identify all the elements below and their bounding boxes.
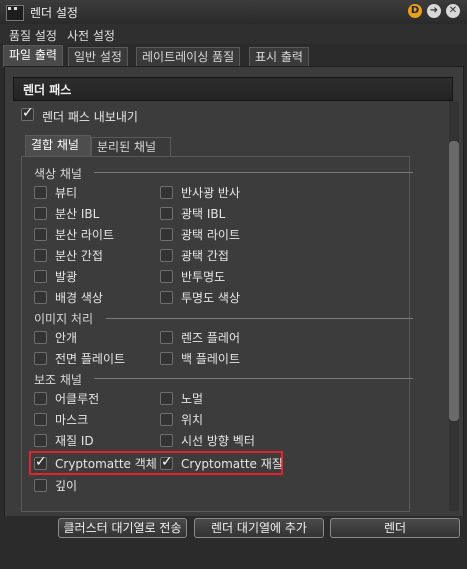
label-background-color: 배경 색상	[55, 291, 103, 305]
tab-separated-channels[interactable]: 분리된 채널	[91, 137, 171, 157]
scrollbar-thumb[interactable]	[449, 141, 459, 421]
label-normal: 노멀	[181, 392, 204, 406]
group-divider	[94, 378, 413, 379]
checkbox-material-id[interactable]	[34, 434, 47, 447]
label-transparency-color: 투명도 색상	[181, 291, 241, 305]
checkbox-diffuse-ibl[interactable]	[34, 207, 47, 220]
checkbox-specular-reflection[interactable]	[160, 186, 173, 199]
render-pass-export-checkbox[interactable]	[21, 105, 34, 121]
checkbox-lens-flare[interactable]	[160, 331, 173, 344]
checkbox-cryptomatte-material[interactable]	[160, 454, 173, 470]
tab-file-output[interactable]: 파일 출력	[3, 45, 63, 67]
checkbox-view-vector[interactable]	[160, 434, 173, 447]
clapperboard-icon	[6, 5, 24, 21]
tab-combined-channels[interactable]: 결합 채널	[25, 135, 91, 157]
label-cryptomatte-material: Cryptomatte 재질	[181, 457, 283, 471]
render-label: 렌더	[383, 521, 407, 535]
label-depth: 깊이	[55, 479, 78, 493]
render-pass-export-label: 렌더 패스 내보내기	[42, 110, 138, 124]
label-emission: 발광	[55, 270, 78, 284]
checkbox-cryptomatte-object[interactable]	[34, 454, 47, 470]
render-button[interactable]: 렌더	[330, 518, 460, 538]
label-specular-reflection: 반사광 반사	[181, 186, 241, 200]
group-title-image: 이미지 처리	[34, 312, 94, 326]
label-diffuse-ibl: 분산 IBL	[55, 207, 100, 221]
arrow-right-icon[interactable]: ➜	[427, 4, 441, 18]
group-divider	[106, 318, 413, 319]
render-pass-section-header[interactable]: 렌더 패스	[13, 77, 453, 101]
label-diffuse-light: 분산 라이트	[55, 228, 115, 242]
checkbox-mask[interactable]	[34, 413, 47, 426]
label-fog: 안개	[55, 331, 78, 345]
scrollbar[interactable]	[449, 101, 459, 511]
label-glossy-ibl: 광택 IBL	[181, 207, 226, 221]
group-title-aux: 보조 채널	[34, 373, 82, 387]
label-material-id: 재질 ID	[55, 434, 94, 448]
menu-presets[interactable]: 사전 설정	[67, 27, 115, 44]
checkbox-normal[interactable]	[160, 392, 173, 405]
add-to-render-queue-label: 렌더 대기열에 추가	[211, 521, 307, 535]
send-to-cluster-queue-label: 클러스터 대기열로 전송	[63, 521, 182, 535]
label-back-plate: 백 플레이트	[181, 352, 241, 366]
group-divider	[94, 172, 413, 173]
tab-display-output[interactable]: 표시 출력	[249, 47, 309, 66]
checkbox-position[interactable]	[160, 413, 173, 426]
checkbox-fog[interactable]	[34, 331, 47, 344]
menu-quality-settings[interactable]: 품질 설정	[9, 27, 57, 44]
menu-bar: 품질 설정 사전 설정	[0, 24, 467, 44]
tab-general-settings[interactable]: 일반 설정	[68, 47, 128, 66]
checkbox-diffuse-light[interactable]	[34, 228, 47, 241]
checkbox-emission[interactable]	[34, 270, 47, 283]
label-occlusion: 어클루전	[55, 392, 100, 406]
tab-raytracing-quality[interactable]: 레이트레이싱 품질	[136, 47, 241, 66]
checkbox-translucency[interactable]	[160, 270, 173, 283]
add-to-render-queue-button[interactable]: 렌더 대기열에 추가	[194, 518, 324, 538]
checkbox-diffuse-indirect[interactable]	[34, 249, 47, 262]
section-title: 렌더 패스	[23, 83, 72, 97]
main-tabs: 파일 출력 일반 설정 레이트레이싱 품질 표시 출력	[0, 45, 467, 67]
checkbox-transparency-color[interactable]	[160, 291, 173, 304]
checkbox-back-plate[interactable]	[160, 352, 173, 365]
checkbox-beauty[interactable]	[34, 186, 47, 199]
checkbox-glossy-light[interactable]	[160, 228, 173, 241]
label-position: 위치	[181, 413, 204, 427]
close-icon[interactable]: ✕	[446, 4, 460, 18]
send-to-cluster-queue-button[interactable]: 클러스터 대기열로 전송	[58, 518, 187, 538]
bottom-button-bar: 클러스터 대기열로 전송 렌더 대기열에 추가 렌더	[0, 516, 467, 569]
label-glossy-indirect: 광택 간접	[181, 249, 229, 263]
label-mask: 마스크	[55, 413, 89, 427]
label-diffuse-indirect: 분산 간접	[55, 249, 103, 263]
checkbox-depth[interactable]	[34, 479, 47, 492]
checkbox-glossy-ibl[interactable]	[160, 207, 173, 220]
group-title-color: 색상 채널	[34, 167, 82, 181]
label-translucency: 반투명도	[181, 270, 226, 284]
title-bar: 렌더 설정 D ➜ ✕	[0, 0, 467, 25]
label-view-vector: 시선 방향 벡터	[181, 434, 255, 448]
label-lens-flare: 렌즈 플레어	[181, 331, 241, 345]
window-title: 렌더 설정	[30, 6, 78, 20]
checkbox-occlusion[interactable]	[34, 392, 47, 405]
label-beauty: 뷰티	[55, 186, 78, 200]
checkbox-front-plate[interactable]	[34, 352, 47, 365]
label-front-plate: 전면 플레이트	[55, 352, 126, 366]
checkbox-background-color[interactable]	[34, 291, 47, 304]
label-cryptomatte-object: Cryptomatte 객체	[55, 457, 157, 471]
label-glossy-light: 광택 라이트	[181, 228, 241, 242]
checkbox-glossy-indirect[interactable]	[160, 249, 173, 262]
d-badge-icon[interactable]: D	[408, 4, 422, 18]
